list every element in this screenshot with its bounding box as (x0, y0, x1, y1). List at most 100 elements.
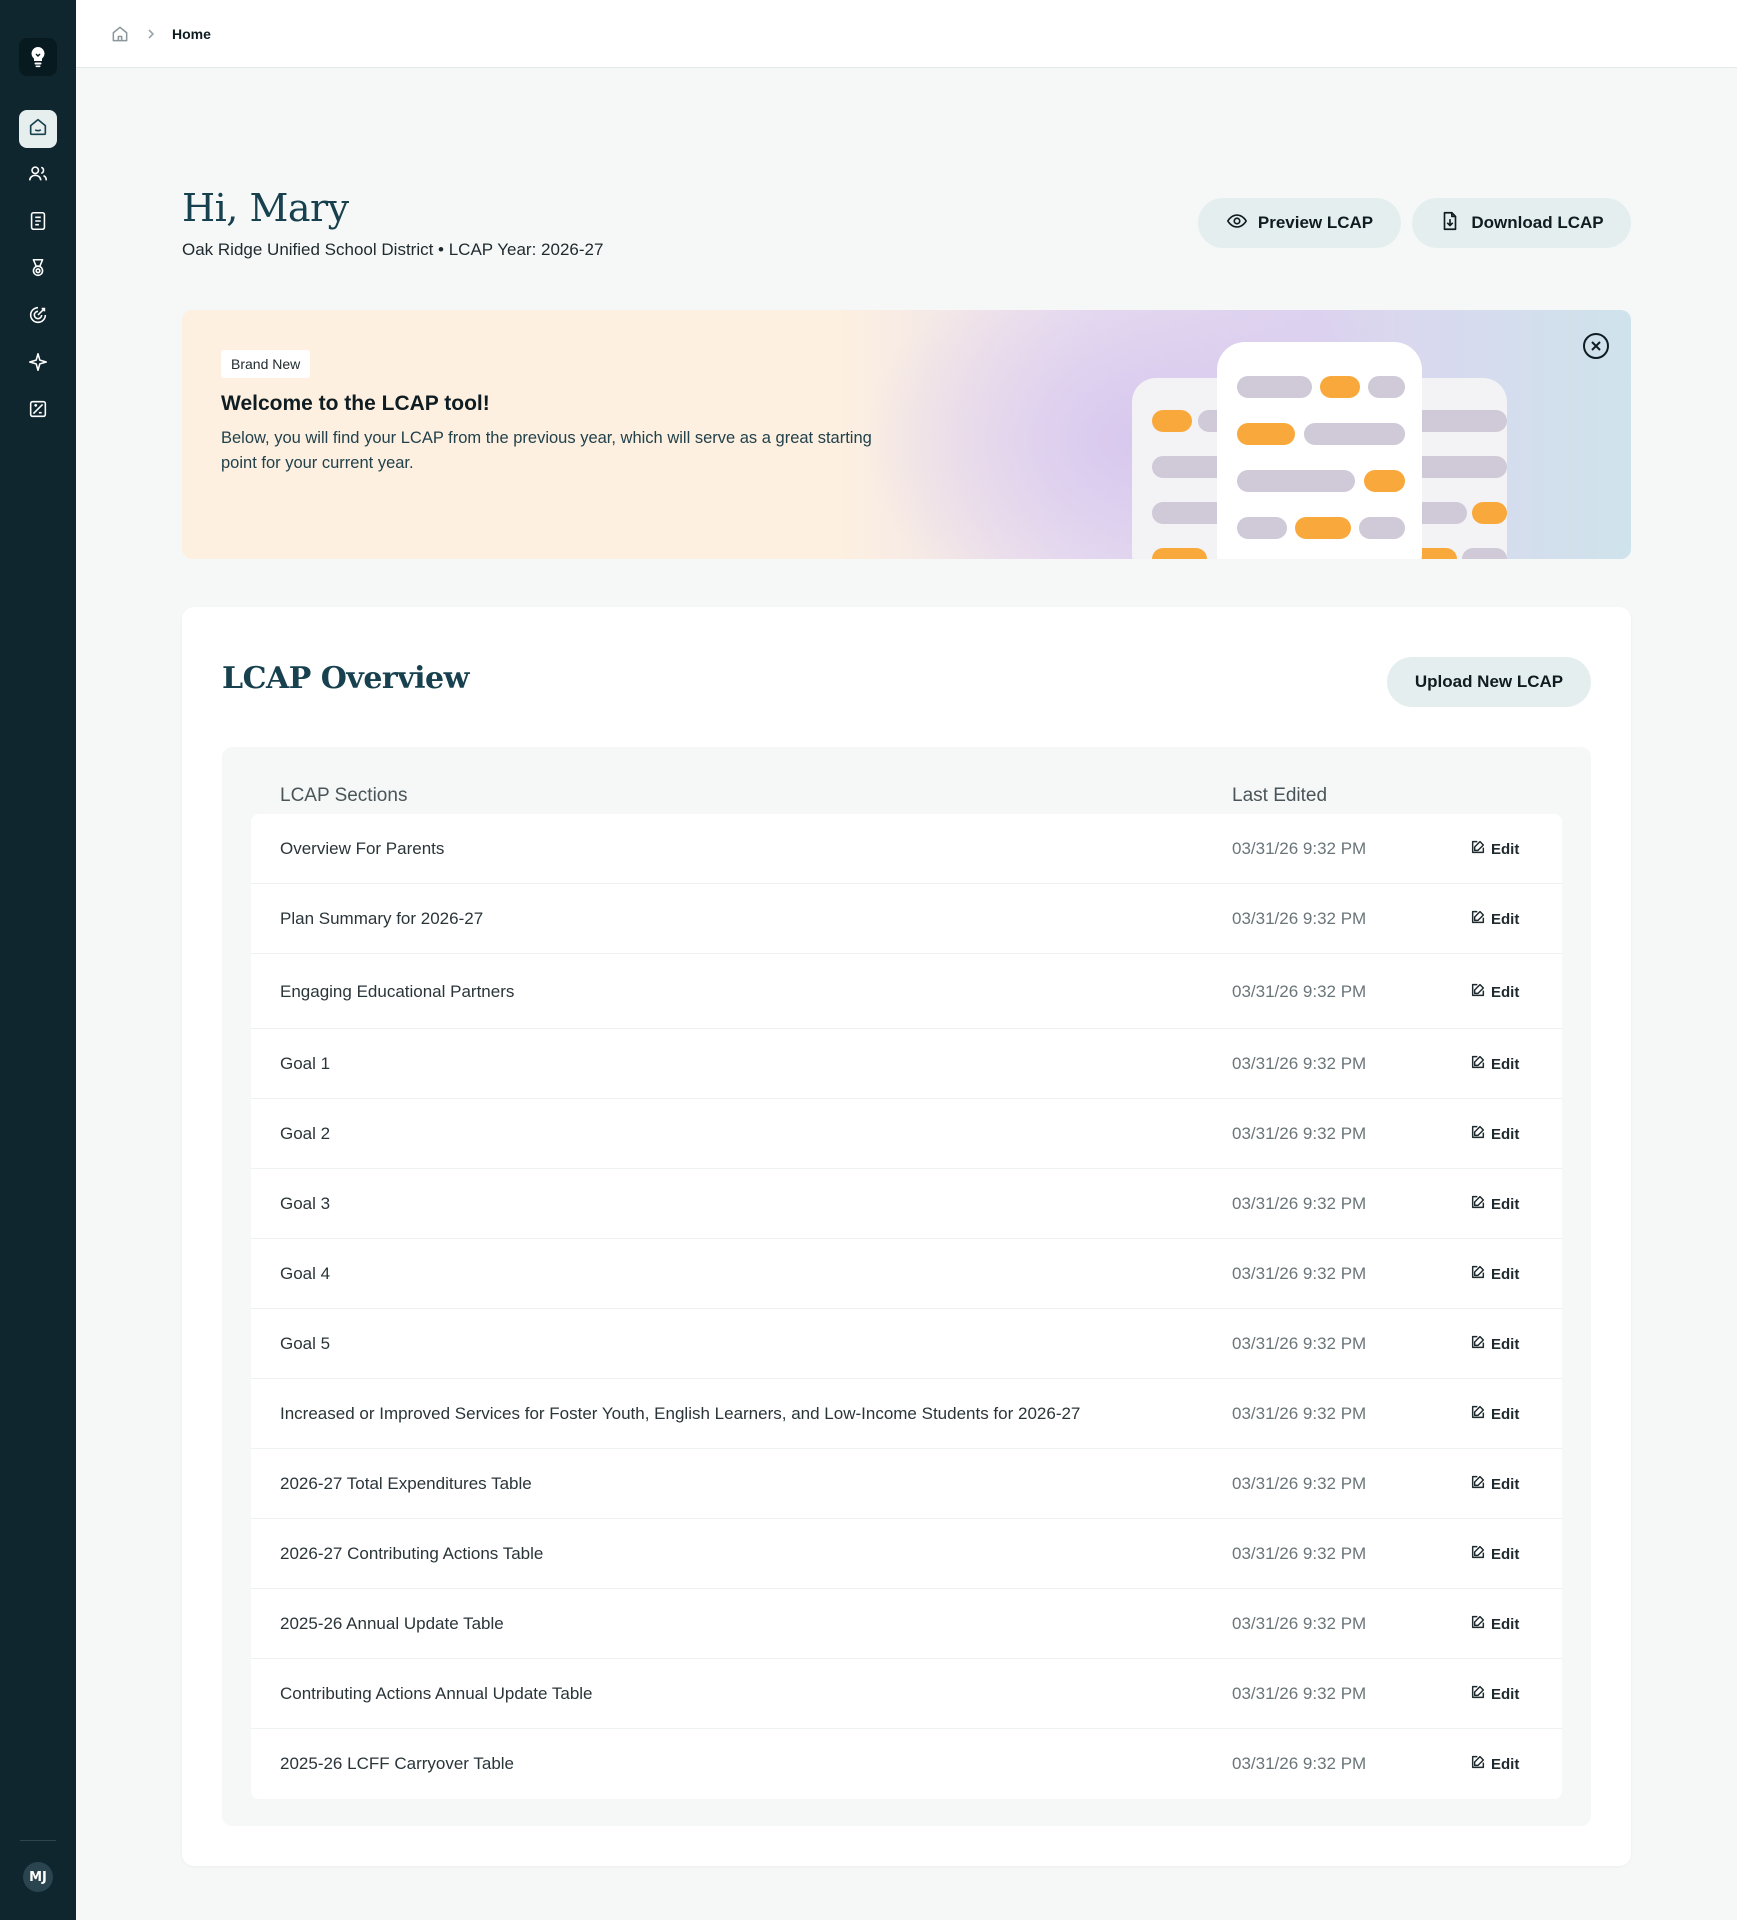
edit-icon (1470, 1754, 1486, 1774)
sidebar-item-budget[interactable] (19, 392, 57, 430)
welcome-banner: Brand New Welcome to the LCAP tool! Belo… (182, 310, 1631, 559)
download-file-icon (1439, 210, 1461, 237)
table-row: Increased or Improved Services for Foste… (251, 1379, 1562, 1449)
edit-button[interactable]: Edit (1470, 1403, 1519, 1425)
table-row: 2026-27 Contributing Actions Table 03/31… (251, 1519, 1562, 1589)
edit-button[interactable]: Edit (1470, 838, 1519, 860)
edit-label: Edit (1491, 983, 1520, 1001)
page-title: Hi, Mary (182, 186, 349, 230)
edit-icon (1470, 1614, 1486, 1634)
edit-icon (1470, 1054, 1486, 1074)
column-header-sections: LCAP Sections (280, 785, 408, 806)
section-name: 2025-26 Annual Update Table (280, 1614, 504, 1633)
edit-button[interactable]: Edit (1470, 1263, 1519, 1285)
edit-button[interactable]: Edit (1470, 1613, 1519, 1635)
sidebar-item-documents[interactable] (19, 204, 57, 242)
preview-lcap-label: Preview LCAP (1257, 213, 1374, 232)
section-name: 2026-27 Contributing Actions Table (280, 1544, 544, 1563)
last-edited: 03/31/26 9:32 PM (1232, 1264, 1367, 1283)
avatar[interactable]: MJ (23, 1862, 53, 1892)
edit-label: Edit (1491, 1545, 1520, 1563)
documents-illustration (1132, 342, 1507, 559)
table-row: Contributing Actions Annual Update Table… (251, 1659, 1562, 1729)
edit-button[interactable]: Edit (1470, 1333, 1519, 1355)
table-row: 2025-26 LCFF Carryover Table 03/31/26 9:… (251, 1729, 1562, 1799)
last-edited: 03/31/26 9:32 PM (1232, 1614, 1367, 1633)
sidebar-item-awards[interactable] (19, 251, 57, 289)
section-name: Goal 3 (280, 1194, 331, 1213)
edit-icon (1470, 1124, 1486, 1144)
table-row: 2026-27 Total Expenditures Table 03/31/2… (251, 1449, 1562, 1519)
edit-icon (1470, 839, 1486, 859)
table-row: Goal 1 03/31/26 9:32 PM Edit (251, 1029, 1562, 1099)
edit-button[interactable]: Edit (1470, 908, 1519, 930)
lightbulb-icon[interactable] (19, 38, 57, 76)
table-row: Goal 4 03/31/26 9:32 PM Edit (251, 1239, 1562, 1309)
section-name: Engaging Educational Partners (280, 982, 515, 1001)
edit-button[interactable]: Edit (1470, 1053, 1519, 1075)
edit-label: Edit (1491, 1265, 1520, 1283)
download-lcap-label: Download LCAP (1471, 213, 1604, 232)
users-icon (27, 163, 49, 190)
last-edited: 03/31/26 9:32 PM (1232, 1754, 1367, 1773)
last-edited: 03/31/26 9:32 PM (1232, 1334, 1367, 1353)
lcap-overview-card: LCAP Overview Upload New LCAP LCAP Secti… (182, 607, 1631, 1866)
edit-label: Edit (1491, 1335, 1520, 1353)
edit-button[interactable]: Edit (1470, 1123, 1519, 1145)
section-name: Goal 4 (280, 1264, 331, 1283)
edit-icon (1470, 1264, 1486, 1284)
edit-icon (1470, 1474, 1486, 1494)
sidebar-item-goals[interactable] (19, 298, 57, 336)
last-edited: 03/31/26 9:32 PM (1232, 1684, 1367, 1703)
section-name: Goal 2 (280, 1124, 331, 1143)
last-edited: 03/31/26 9:32 PM (1232, 1404, 1367, 1423)
section-name: Goal 1 (280, 1054, 331, 1073)
section-name: Overview For Parents (280, 839, 445, 858)
status-badge: Brand New (221, 350, 311, 378)
last-edited: 03/31/26 9:32 PM (1232, 1054, 1367, 1073)
table-row: Plan Summary for 2026-27 03/31/26 9:32 P… (251, 884, 1562, 954)
last-edited: 03/31/26 9:32 PM (1232, 982, 1367, 1001)
table-row: Goal 5 03/31/26 9:32 PM Edit (251, 1309, 1562, 1379)
close-icon[interactable] (1582, 332, 1610, 360)
chevron-right-icon (144, 24, 158, 44)
table-row: Engaging Educational Partners 03/31/26 9… (251, 954, 1562, 1029)
last-edited: 03/31/26 9:32 PM (1232, 1194, 1367, 1213)
edit-label: Edit (1491, 1615, 1520, 1633)
table-body: Overview For Parents 03/31/26 9:32 PM Ed… (251, 814, 1562, 1799)
edit-icon (1470, 982, 1486, 1002)
district-subtitle: Oak Ridge Unified School District • LCAP… (182, 240, 604, 259)
target-icon (27, 304, 49, 331)
home-icon[interactable] (110, 24, 130, 44)
last-edited: 03/31/26 9:32 PM (1232, 1474, 1367, 1493)
sidebar-item-users[interactable] (19, 157, 57, 195)
home-icon (27, 116, 49, 143)
edit-button[interactable]: Edit (1470, 981, 1519, 1003)
edit-label: Edit (1491, 1685, 1520, 1703)
download-lcap-button[interactable]: Download LCAP (1412, 198, 1631, 248)
edit-button[interactable]: Edit (1470, 1543, 1519, 1565)
table-row: 2025-26 Annual Update Table 03/31/26 9:3… (251, 1589, 1562, 1659)
column-header-last-edited: Last Edited (1232, 785, 1328, 806)
edit-button[interactable]: Edit (1470, 1473, 1519, 1495)
preview-lcap-button[interactable]: Preview LCAP (1198, 198, 1401, 248)
edit-label: Edit (1491, 840, 1520, 858)
edit-icon (1470, 909, 1486, 929)
edit-button[interactable]: Edit (1470, 1683, 1519, 1705)
banner-text: Below, you will find your LCAP from the … (221, 429, 872, 472)
sidebar-item-home[interactable] (19, 110, 57, 148)
edit-icon (1470, 1544, 1486, 1564)
edit-button[interactable]: Edit (1470, 1753, 1519, 1775)
sidebar-divider (20, 1840, 56, 1841)
upload-new-lcap-button[interactable]: Upload New LCAP (1387, 657, 1591, 707)
last-edited: 03/31/26 9:32 PM (1232, 1544, 1367, 1563)
edit-button[interactable]: Edit (1470, 1193, 1519, 1215)
last-edited: 03/31/26 9:32 PM (1232, 1124, 1367, 1143)
sidebar-item-ai[interactable] (19, 345, 57, 383)
edit-label: Edit (1491, 1195, 1520, 1213)
edit-label: Edit (1491, 1475, 1520, 1493)
section-name: Goal 5 (280, 1334, 331, 1353)
calculator-icon (27, 398, 49, 425)
edit-label: Edit (1491, 1055, 1520, 1073)
sparkle-icon (27, 351, 49, 378)
